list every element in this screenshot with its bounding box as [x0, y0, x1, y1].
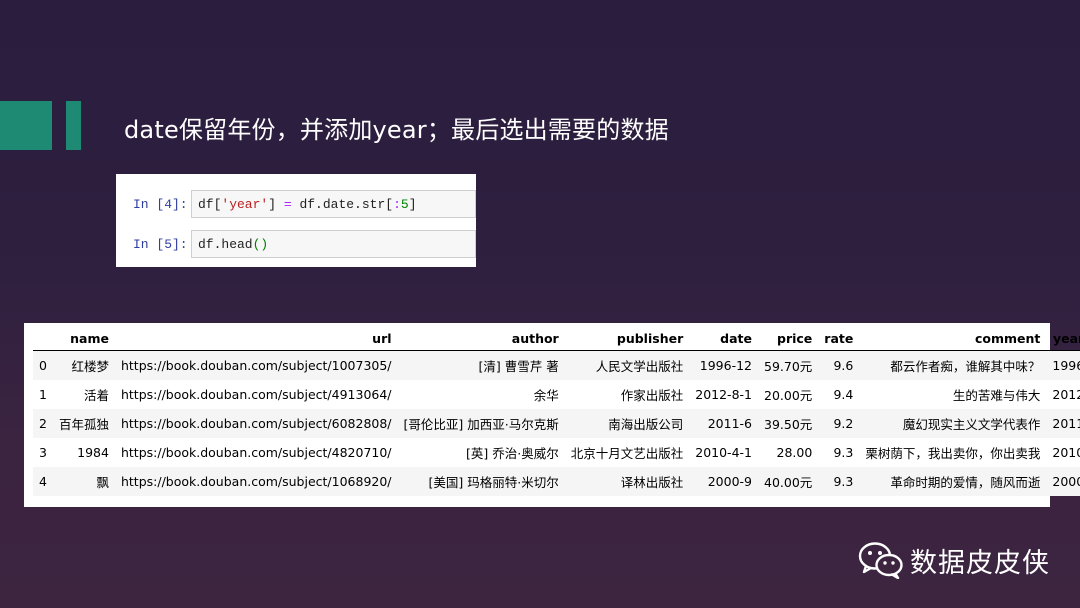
column-header-price: price	[758, 327, 819, 351]
cell-name: 红楼梦	[71, 359, 109, 374]
cell-date: 1996-12	[699, 358, 752, 373]
cell-name: 百年孤独	[58, 417, 109, 432]
cell-comment: 革命时期的爱情，随风而逝	[890, 475, 1041, 490]
cell-prompt: In [5]:	[133, 237, 188, 252]
cell-url: https://book.douban.com/subject/4820710/	[120, 445, 392, 460]
column-header-name: name	[52, 327, 115, 351]
row-index: 3	[39, 445, 47, 460]
column-header-year: year	[1046, 327, 1080, 351]
cell-name: 飘	[96, 475, 109, 490]
cell-author: [英] 乔治·奥威尔	[466, 446, 559, 461]
column-header-comment: comment	[859, 327, 1047, 351]
accent-bar-wide	[0, 101, 52, 150]
code-token-operator: :	[393, 197, 401, 212]
column-header-date: date	[689, 327, 758, 351]
cell-name: 1984	[77, 445, 109, 460]
code-token-paren: ()	[252, 237, 269, 252]
cell-date: 2011-6	[707, 416, 752, 431]
table-row: 4 飘 https://book.douban.com/subject/1068…	[33, 467, 1080, 496]
cell-rate: 9.4	[833, 387, 854, 402]
table-row: 1 活着 https://book.douban.com/subject/491…	[33, 380, 1080, 409]
cell-rate: 9.2	[833, 416, 854, 431]
cell-date: 2012-8-1	[695, 387, 752, 402]
cell-year: 2011	[1052, 416, 1080, 431]
table-row: 2 百年孤独 https://book.douban.com/subject/6…	[33, 409, 1080, 438]
cell-publisher: 作家出版社	[620, 388, 684, 403]
table-header-row: name url author publisher date price rat…	[33, 327, 1080, 351]
row-index: 0	[39, 358, 47, 373]
cell-publisher: 南海出版公司	[608, 417, 684, 432]
cell-comment: 魔幻现实主义文学代表作	[902, 417, 1041, 432]
column-header-author: author	[397, 327, 565, 351]
cell-author: [哥伦比亚] 加西亚·马尔克斯	[403, 417, 559, 432]
cell-publisher: 人民文学出版社	[595, 359, 684, 374]
code-token-number: 5	[400, 197, 409, 212]
code-input[interactable]: df['year'] = df.date.str[:5]	[191, 190, 476, 218]
column-header-index	[33, 327, 53, 351]
cell-date: 2010-4-1	[695, 445, 752, 460]
column-header-publisher: publisher	[564, 327, 690, 351]
code-token-operator: =	[283, 197, 292, 212]
code-input[interactable]: df.head()	[191, 230, 476, 258]
brand-watermark: 数据皮皮侠	[858, 540, 1050, 580]
code-token: df[	[198, 197, 222, 212]
cell-url: https://book.douban.com/subject/1007305/	[120, 358, 392, 373]
notebook-screenshot: In [4]: df['year'] = df.date.str[:5] In …	[116, 174, 476, 267]
cell-comment: 生的苦难与伟大	[952, 388, 1041, 403]
cell-author: [清] 曹雪芹 著	[478, 359, 559, 374]
cell-price: 20.00元	[764, 388, 813, 403]
cell-author: 余华	[533, 388, 559, 403]
row-index: 4	[39, 474, 47, 489]
cell-url: https://book.douban.com/subject/1068920/	[120, 474, 392, 489]
brand-name: 数据皮皮侠	[910, 547, 1050, 579]
cell-publisher: 译林出版社	[620, 475, 684, 490]
column-header-rate: rate	[818, 327, 860, 351]
cell-rate: 9.6	[833, 358, 854, 373]
cell-url: https://book.douban.com/subject/6082808/	[120, 416, 392, 431]
cell-price: 39.50元	[764, 417, 813, 432]
table-row: 3 1984 https://book.douban.com/subject/4…	[33, 438, 1080, 467]
cell-price: 28.00	[776, 445, 813, 460]
slide-title: date保留年份，并添加year；最后选出需要的数据	[124, 116, 669, 144]
cell-comment: 都云作者痴，谁解其中味？	[890, 359, 1041, 374]
cell-comment: 栗树荫下，我出卖你，你出卖我	[865, 446, 1041, 461]
dataframe-table: name url author publisher date price rat…	[33, 327, 1080, 496]
code-token: ]	[268, 197, 284, 212]
cell-publisher: 北京十月文艺出版社	[570, 446, 684, 461]
cell-year: 1996	[1052, 358, 1080, 373]
row-index: 2	[39, 416, 47, 431]
code-cell-5: In [5]: df.head()	[116, 230, 476, 260]
cell-price: 59.70元	[764, 359, 813, 374]
row-index: 1	[39, 387, 47, 402]
code-token: ]	[408, 197, 417, 212]
column-header-url: url	[114, 327, 398, 351]
cell-author: [美国] 玛格丽特·米切尔	[428, 475, 559, 490]
cell-url: https://book.douban.com/subject/4913064/	[120, 387, 392, 402]
code-cell-4: In [4]: df['year'] = df.date.str[:5]	[116, 190, 476, 220]
cell-prompt: In [4]:	[133, 197, 188, 212]
cell-rate: 9.3	[833, 474, 854, 489]
cell-rate: 9.3	[833, 445, 854, 460]
table-row: 0 红楼梦 https://book.douban.com/subject/10…	[33, 350, 1080, 380]
cell-year: 2000	[1052, 474, 1080, 489]
cell-price: 40.00元	[764, 475, 813, 490]
cell-year: 2012	[1052, 387, 1080, 402]
wechat-icon	[858, 542, 903, 579]
accent-bar-narrow	[66, 101, 81, 150]
dataframe-output: name url author publisher date price rat…	[24, 323, 1080, 507]
code-token: df.head	[198, 237, 253, 252]
cell-name: 活着	[83, 388, 109, 403]
cell-year: 2010	[1052, 445, 1080, 460]
code-token-string: 'year'	[221, 197, 269, 212]
cell-date: 2000-9	[707, 474, 752, 489]
code-token: df.date.str[	[291, 197, 394, 212]
